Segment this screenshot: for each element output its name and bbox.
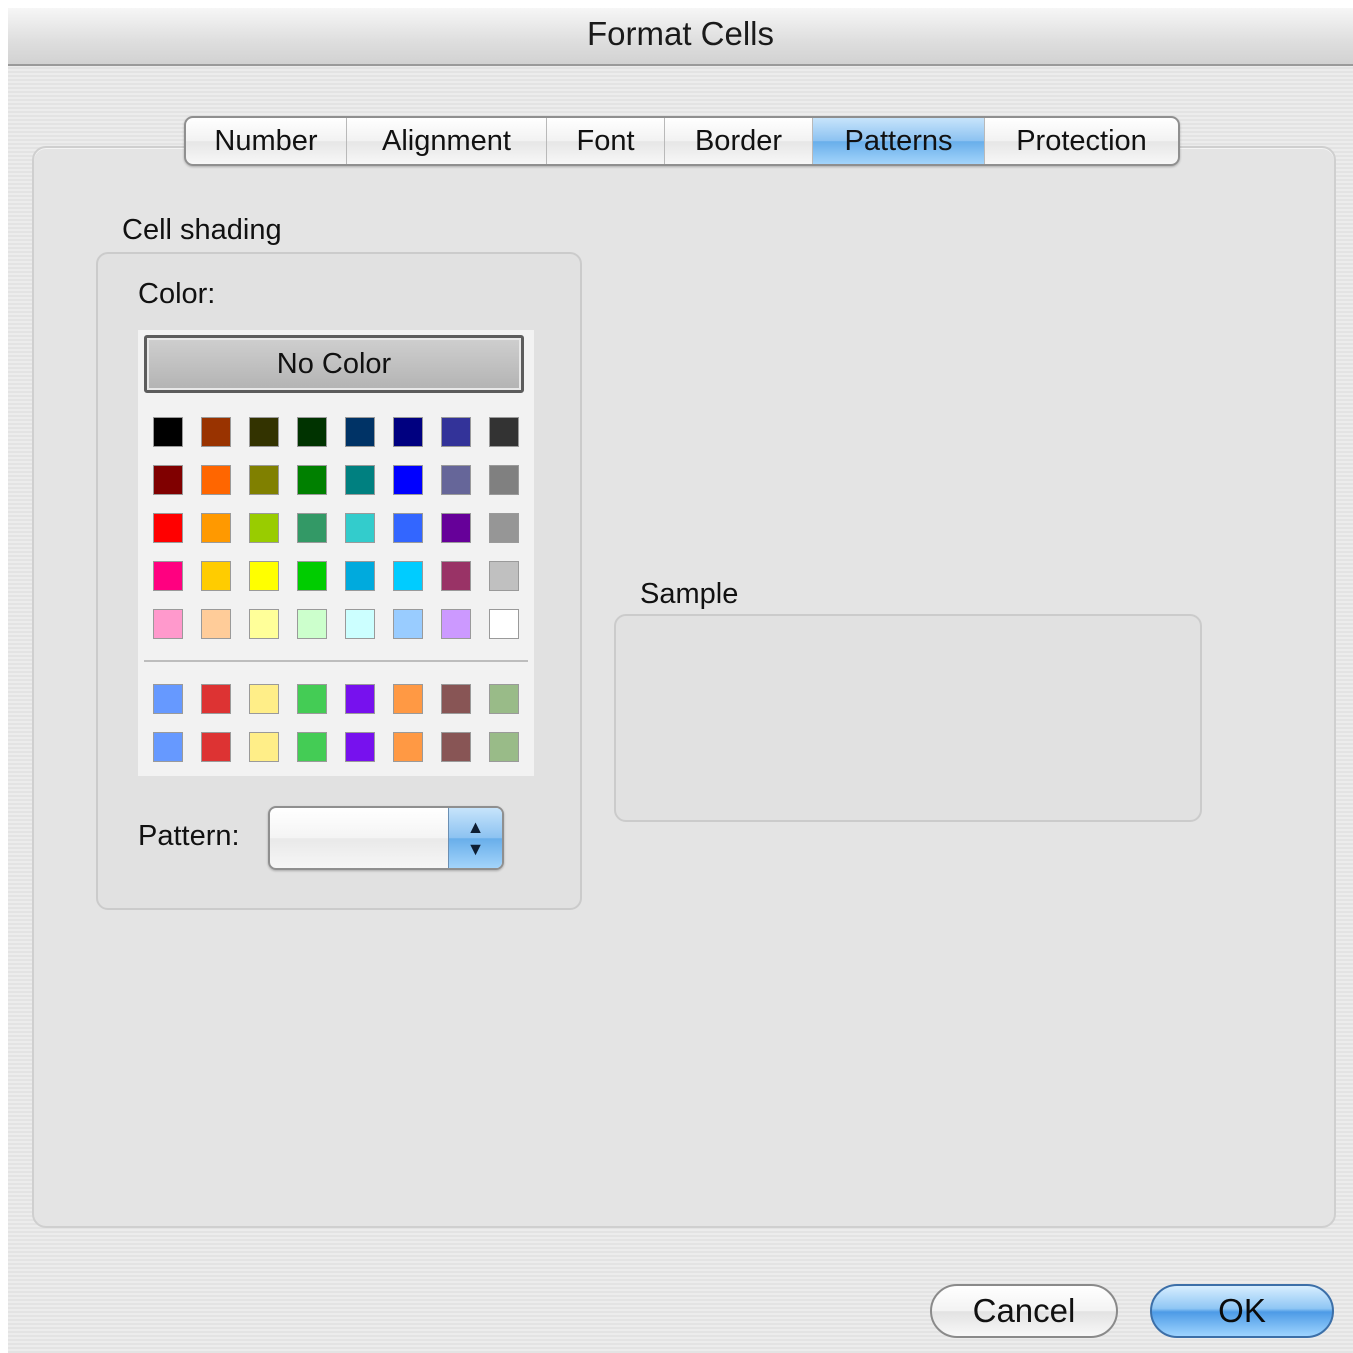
tab-number[interactable]: Number <box>186 118 347 164</box>
color-swatch[interactable] <box>441 417 471 447</box>
color-swatch[interactable] <box>393 417 423 447</box>
custom-color-swatch[interactable] <box>345 732 375 762</box>
color-swatch[interactable] <box>345 465 375 495</box>
custom-color-swatch[interactable] <box>441 732 471 762</box>
custom-color-swatch[interactable] <box>201 732 231 762</box>
color-swatch[interactable] <box>489 417 519 447</box>
cancel-button[interactable]: Cancel <box>930 1284 1118 1338</box>
color-swatch[interactable] <box>489 513 519 543</box>
tab-bar: Number Alignment Font Border Patterns Pr… <box>184 116 1180 166</box>
color-palette: No Color <box>138 330 534 776</box>
tab-patterns[interactable]: Patterns <box>813 118 985 164</box>
custom-color-swatch[interactable] <box>489 684 519 714</box>
popup-arrows-icon: ▲ ▼ <box>448 808 502 868</box>
color-swatch[interactable] <box>249 561 279 591</box>
color-swatch[interactable] <box>441 465 471 495</box>
palette-divider <box>144 660 528 662</box>
color-swatch[interactable] <box>249 609 279 639</box>
custom-color-swatch[interactable] <box>153 732 183 762</box>
color-swatch[interactable] <box>297 561 327 591</box>
custom-color-swatch[interactable] <box>393 684 423 714</box>
color-swatch[interactable] <box>441 609 471 639</box>
color-swatch[interactable] <box>345 513 375 543</box>
custom-color-swatch[interactable] <box>201 684 231 714</box>
color-swatch[interactable] <box>249 465 279 495</box>
custom-color-swatch[interactable] <box>153 684 183 714</box>
tab-protection[interactable]: Protection <box>985 118 1178 164</box>
color-swatch[interactable] <box>201 417 231 447</box>
color-swatch[interactable] <box>345 561 375 591</box>
color-swatch[interactable] <box>153 417 183 447</box>
color-swatch[interactable] <box>393 561 423 591</box>
custom-color-swatch[interactable] <box>441 684 471 714</box>
color-swatch[interactable] <box>441 513 471 543</box>
color-swatch[interactable] <box>297 465 327 495</box>
color-swatch[interactable] <box>153 465 183 495</box>
color-swatch[interactable] <box>441 561 471 591</box>
color-label: Color: <box>138 278 216 310</box>
color-swatch[interactable] <box>201 465 231 495</box>
sample-preview <box>614 614 1202 822</box>
pattern-label: Pattern: <box>138 820 240 852</box>
tab-alignment[interactable]: Alignment <box>347 118 547 164</box>
tab-border[interactable]: Border <box>665 118 813 164</box>
color-swatch[interactable] <box>201 609 231 639</box>
custom-color-swatch[interactable] <box>249 732 279 762</box>
tab-font[interactable]: Font <box>547 118 665 164</box>
color-swatch[interactable] <box>345 609 375 639</box>
custom-color-swatch[interactable] <box>393 732 423 762</box>
format-cells-dialog: Format Cells Number Alignment Font Borde… <box>8 8 1353 1353</box>
custom-color-swatch[interactable] <box>345 684 375 714</box>
color-swatch[interactable] <box>345 417 375 447</box>
custom-color-swatch[interactable] <box>489 732 519 762</box>
color-swatch[interactable] <box>489 465 519 495</box>
color-swatch[interactable] <box>153 561 183 591</box>
color-swatch[interactable] <box>297 417 327 447</box>
custom-color-swatch[interactable] <box>249 684 279 714</box>
dialog-title: Format Cells <box>8 8 1353 66</box>
ok-button[interactable]: OK <box>1150 1284 1334 1338</box>
no-color-button[interactable]: No Color <box>144 335 524 393</box>
color-swatch[interactable] <box>249 513 279 543</box>
color-swatch[interactable] <box>393 465 423 495</box>
color-swatch[interactable] <box>201 513 231 543</box>
color-swatch[interactable] <box>297 513 327 543</box>
color-swatch[interactable] <box>393 609 423 639</box>
color-swatch[interactable] <box>249 417 279 447</box>
color-swatch[interactable] <box>393 513 423 543</box>
pattern-popup[interactable]: ▲ ▼ <box>268 806 504 870</box>
custom-color-swatch[interactable] <box>297 732 327 762</box>
color-swatch[interactable] <box>201 561 231 591</box>
color-swatch[interactable] <box>297 609 327 639</box>
color-swatch[interactable] <box>489 609 519 639</box>
color-swatch[interactable] <box>153 513 183 543</box>
color-swatch[interactable] <box>153 609 183 639</box>
sample-label: Sample <box>640 578 739 610</box>
color-swatch[interactable] <box>489 561 519 591</box>
custom-color-swatch[interactable] <box>297 684 327 714</box>
cell-shading-label: Cell shading <box>122 214 282 246</box>
